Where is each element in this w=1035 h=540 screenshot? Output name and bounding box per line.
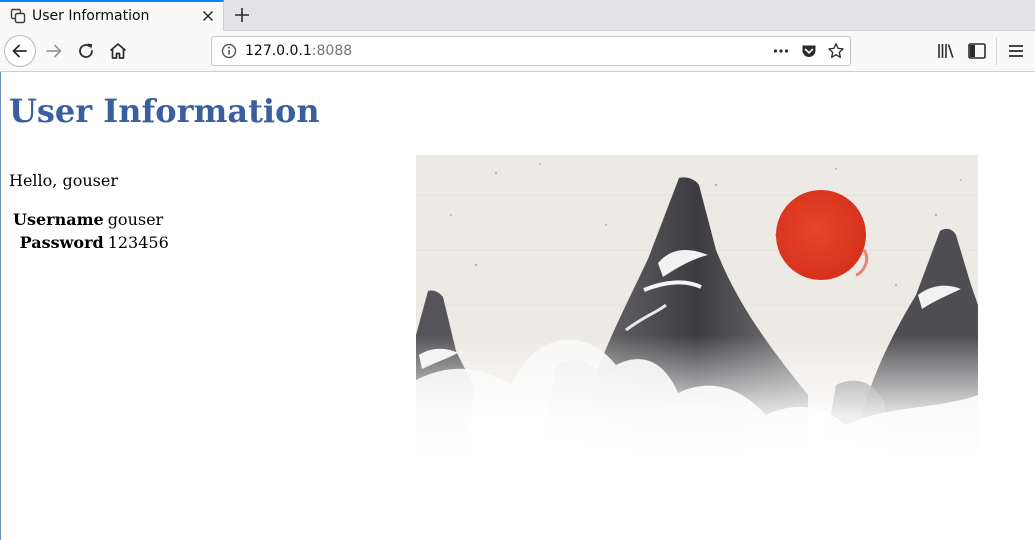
user-info-table: Username gouser Password 123456: [10, 207, 172, 255]
greeting-text: Hello, gouser: [9, 171, 118, 190]
plus-icon[interactable]: [232, 5, 252, 25]
url-port: :8088: [311, 43, 353, 59]
back-arrow-icon: [12, 44, 27, 58]
username-value: gouser: [107, 210, 164, 229]
page-title: User Information: [9, 92, 320, 130]
url-host: 127.0.0.1: [245, 43, 312, 59]
forward-arrow-icon[interactable]: [42, 39, 66, 63]
password-label: Password: [19, 233, 104, 252]
page-content: User Information Hello, gouser Username …: [0, 72, 1035, 540]
navigation-toolbar: 127.0.0.1:8088: [0, 31, 1035, 72]
info-icon[interactable]: [220, 42, 238, 60]
mountain-painting-image: [416, 155, 978, 481]
more-dots-icon[interactable]: [772, 42, 790, 60]
menu-icon[interactable]: [1004, 39, 1028, 63]
tab-title: User Information: [32, 8, 150, 24]
tab-user-information[interactable]: User Information: [0, 0, 224, 31]
table-row: Username gouser: [12, 209, 170, 230]
home-icon[interactable]: [106, 39, 130, 63]
toolbar-separator: [996, 37, 997, 65]
tab-strip: User Information: [0, 0, 1035, 31]
table-row: Password 123456: [12, 232, 170, 253]
star-icon[interactable]: [827, 42, 845, 60]
username-label: Username: [13, 210, 104, 229]
address-bar[interactable]: 127.0.0.1:8088: [211, 36, 851, 66]
close-icon[interactable]: [200, 8, 216, 24]
reload-icon[interactable]: [74, 39, 98, 63]
sidebar-icon[interactable]: [965, 39, 989, 63]
url-text[interactable]: 127.0.0.1:8088: [245, 43, 352, 59]
pocket-icon[interactable]: [800, 42, 818, 60]
back-button[interactable]: [4, 35, 36, 67]
library-icon[interactable]: [934, 39, 958, 63]
password-value: 123456: [107, 233, 169, 252]
tab-favicon-icon: [10, 8, 26, 24]
